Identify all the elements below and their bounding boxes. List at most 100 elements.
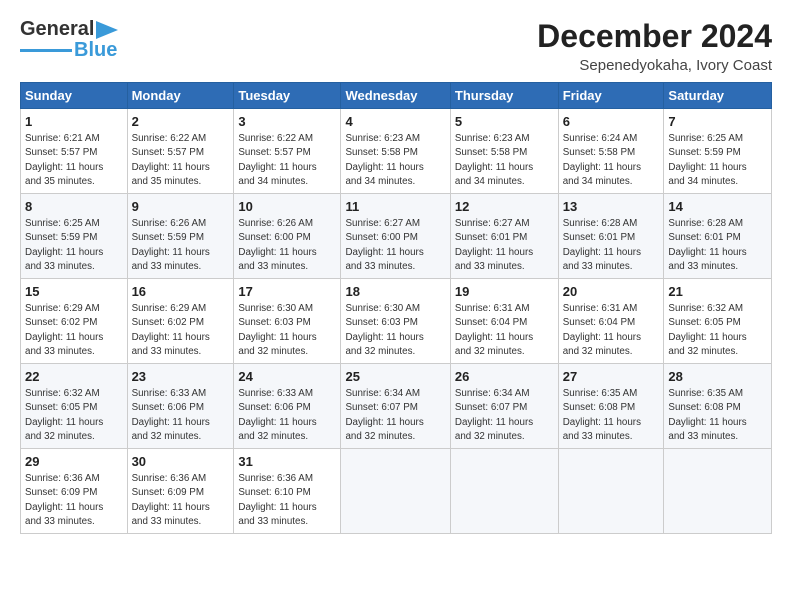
- weekday-header-sunday: Sunday: [21, 83, 128, 109]
- day-info: Sunrise: 6:23 AM Sunset: 5:58 PM Dayligh…: [345, 132, 445, 189]
- day-cell-19: 19Sunrise: 6:31 AM Sunset: 6:04 PM Dayli…: [450, 279, 558, 364]
- week-row-1: 1Sunrise: 6:21 AM Sunset: 5:57 PM Daylig…: [21, 109, 772, 194]
- day-cell-9: 9Sunrise: 6:26 AM Sunset: 5:59 PM Daylig…: [127, 194, 234, 279]
- day-info: Sunrise: 6:27 AM Sunset: 6:01 PM Dayligh…: [455, 217, 554, 274]
- day-number: 11: [345, 198, 445, 216]
- week-row-3: 15Sunrise: 6:29 AM Sunset: 6:02 PM Dayli…: [21, 279, 772, 364]
- day-info: Sunrise: 6:31 AM Sunset: 6:04 PM Dayligh…: [563, 302, 660, 359]
- day-cell-23: 23Sunrise: 6:33 AM Sunset: 6:06 PM Dayli…: [127, 364, 234, 449]
- day-info: Sunrise: 6:31 AM Sunset: 6:04 PM Dayligh…: [455, 302, 554, 359]
- day-info: Sunrise: 6:27 AM Sunset: 6:00 PM Dayligh…: [345, 217, 445, 274]
- month-title: December 2024: [537, 18, 772, 55]
- day-cell-2: 2Sunrise: 6:22 AM Sunset: 5:57 PM Daylig…: [127, 109, 234, 194]
- day-number: 4: [345, 113, 445, 131]
- day-info: Sunrise: 6:29 AM Sunset: 6:02 PM Dayligh…: [132, 302, 230, 359]
- day-cell-10: 10Sunrise: 6:26 AM Sunset: 6:00 PM Dayli…: [234, 194, 341, 279]
- day-number: 8: [25, 198, 123, 216]
- logo-arrow-icon: [96, 21, 118, 39]
- day-info: Sunrise: 6:33 AM Sunset: 6:06 PM Dayligh…: [132, 387, 230, 444]
- day-number: 2: [132, 113, 230, 131]
- title-area: December 2024 Sepenedyokaha, Ivory Coast: [537, 18, 772, 74]
- weekday-header-monday: Monday: [127, 83, 234, 109]
- day-number: 23: [132, 368, 230, 386]
- day-cell-22: 22Sunrise: 6:32 AM Sunset: 6:05 PM Dayli…: [21, 364, 128, 449]
- day-number: 30: [132, 453, 230, 471]
- day-cell-3: 3Sunrise: 6:22 AM Sunset: 5:57 PM Daylig…: [234, 109, 341, 194]
- day-number: 29: [25, 453, 123, 471]
- day-info: Sunrise: 6:30 AM Sunset: 6:03 PM Dayligh…: [238, 302, 336, 359]
- day-cell-27: 27Sunrise: 6:35 AM Sunset: 6:08 PM Dayli…: [558, 364, 664, 449]
- day-number: 6: [563, 113, 660, 131]
- weekday-header-tuesday: Tuesday: [234, 83, 341, 109]
- day-info: Sunrise: 6:23 AM Sunset: 5:58 PM Dayligh…: [455, 132, 554, 189]
- weekday-row: SundayMondayTuesdayWednesdayThursdayFrid…: [21, 83, 772, 109]
- day-cell-5: 5Sunrise: 6:23 AM Sunset: 5:58 PM Daylig…: [450, 109, 558, 194]
- day-info: Sunrise: 6:26 AM Sunset: 5:59 PM Dayligh…: [132, 217, 230, 274]
- day-info: Sunrise: 6:21 AM Sunset: 5:57 PM Dayligh…: [25, 132, 123, 189]
- day-number: 12: [455, 198, 554, 216]
- day-cell-16: 16Sunrise: 6:29 AM Sunset: 6:02 PM Dayli…: [127, 279, 234, 364]
- day-number: 28: [668, 368, 767, 386]
- day-number: 7: [668, 113, 767, 131]
- day-cell-13: 13Sunrise: 6:28 AM Sunset: 6:01 PM Dayli…: [558, 194, 664, 279]
- page: General Blue December 2024 Sepenedyokaha…: [0, 0, 792, 612]
- day-info: Sunrise: 6:28 AM Sunset: 6:01 PM Dayligh…: [668, 217, 767, 274]
- day-info: Sunrise: 6:33 AM Sunset: 6:06 PM Dayligh…: [238, 387, 336, 444]
- day-cell-31: 31Sunrise: 6:36 AM Sunset: 6:10 PM Dayli…: [234, 449, 341, 534]
- calendar: SundayMondayTuesdayWednesdayThursdayFrid…: [20, 82, 772, 534]
- day-info: Sunrise: 6:25 AM Sunset: 5:59 PM Dayligh…: [25, 217, 123, 274]
- day-number: 16: [132, 283, 230, 301]
- day-info: Sunrise: 6:36 AM Sunset: 6:10 PM Dayligh…: [238, 472, 336, 529]
- weekday-header-thursday: Thursday: [450, 83, 558, 109]
- day-info: Sunrise: 6:28 AM Sunset: 6:01 PM Dayligh…: [563, 217, 660, 274]
- week-row-4: 22Sunrise: 6:32 AM Sunset: 6:05 PM Dayli…: [21, 364, 772, 449]
- day-number: 22: [25, 368, 123, 386]
- weekday-header-friday: Friday: [558, 83, 664, 109]
- logo-blue: Blue: [74, 39, 117, 62]
- day-info: Sunrise: 6:32 AM Sunset: 6:05 PM Dayligh…: [25, 387, 123, 444]
- logo: General Blue: [20, 18, 118, 62]
- day-cell-24: 24Sunrise: 6:33 AM Sunset: 6:06 PM Dayli…: [234, 364, 341, 449]
- day-cell-25: 25Sunrise: 6:34 AM Sunset: 6:07 PM Dayli…: [341, 364, 450, 449]
- day-number: 19: [455, 283, 554, 301]
- day-number: 21: [668, 283, 767, 301]
- day-number: 25: [345, 368, 445, 386]
- day-number: 31: [238, 453, 336, 471]
- day-info: Sunrise: 6:22 AM Sunset: 5:57 PM Dayligh…: [132, 132, 230, 189]
- day-number: 9: [132, 198, 230, 216]
- day-info: Sunrise: 6:35 AM Sunset: 6:08 PM Dayligh…: [563, 387, 660, 444]
- day-cell-20: 20Sunrise: 6:31 AM Sunset: 6:04 PM Dayli…: [558, 279, 664, 364]
- day-cell-12: 12Sunrise: 6:27 AM Sunset: 6:01 PM Dayli…: [450, 194, 558, 279]
- day-cell-29: 29Sunrise: 6:36 AM Sunset: 6:09 PM Dayli…: [21, 449, 128, 534]
- day-cell-7: 7Sunrise: 6:25 AM Sunset: 5:59 PM Daylig…: [664, 109, 772, 194]
- calendar-header: SundayMondayTuesdayWednesdayThursdayFrid…: [21, 83, 772, 109]
- day-number: 26: [455, 368, 554, 386]
- day-number: 13: [563, 198, 660, 216]
- day-info: Sunrise: 6:36 AM Sunset: 6:09 PM Dayligh…: [132, 472, 230, 529]
- day-cell-30: 30Sunrise: 6:36 AM Sunset: 6:09 PM Dayli…: [127, 449, 234, 534]
- day-number: 15: [25, 283, 123, 301]
- day-info: Sunrise: 6:34 AM Sunset: 6:07 PM Dayligh…: [345, 387, 445, 444]
- day-cell-26: 26Sunrise: 6:34 AM Sunset: 6:07 PM Dayli…: [450, 364, 558, 449]
- day-info: Sunrise: 6:34 AM Sunset: 6:07 PM Dayligh…: [455, 387, 554, 444]
- day-number: 14: [668, 198, 767, 216]
- day-cell-28: 28Sunrise: 6:35 AM Sunset: 6:08 PM Dayli…: [664, 364, 772, 449]
- day-number: 24: [238, 368, 336, 386]
- day-info: Sunrise: 6:29 AM Sunset: 6:02 PM Dayligh…: [25, 302, 123, 359]
- day-cell-21: 21Sunrise: 6:32 AM Sunset: 6:05 PM Dayli…: [664, 279, 772, 364]
- day-number: 17: [238, 283, 336, 301]
- day-info: Sunrise: 6:22 AM Sunset: 5:57 PM Dayligh…: [238, 132, 336, 189]
- day-number: 1: [25, 113, 123, 131]
- day-info: Sunrise: 6:35 AM Sunset: 6:08 PM Dayligh…: [668, 387, 767, 444]
- calendar-body: 1Sunrise: 6:21 AM Sunset: 5:57 PM Daylig…: [21, 109, 772, 534]
- weekday-header-wednesday: Wednesday: [341, 83, 450, 109]
- day-number: 3: [238, 113, 336, 131]
- empty-cell: [450, 449, 558, 534]
- location-title: Sepenedyokaha, Ivory Coast: [537, 57, 772, 74]
- empty-cell: [341, 449, 450, 534]
- week-row-5: 29 Sunrise: 6:36 AM Sunset: 6:09 PM Dayli…: [21, 449, 772, 534]
- day-cell-18: 18Sunrise: 6:30 AM Sunset: 6:03 PM Dayli…: [341, 279, 450, 364]
- day-number: 18: [345, 283, 445, 301]
- day-cell-11: 11Sunrise: 6:27 AM Sunset: 6:00 PM Dayli…: [341, 194, 450, 279]
- day-number: 27: [563, 368, 660, 386]
